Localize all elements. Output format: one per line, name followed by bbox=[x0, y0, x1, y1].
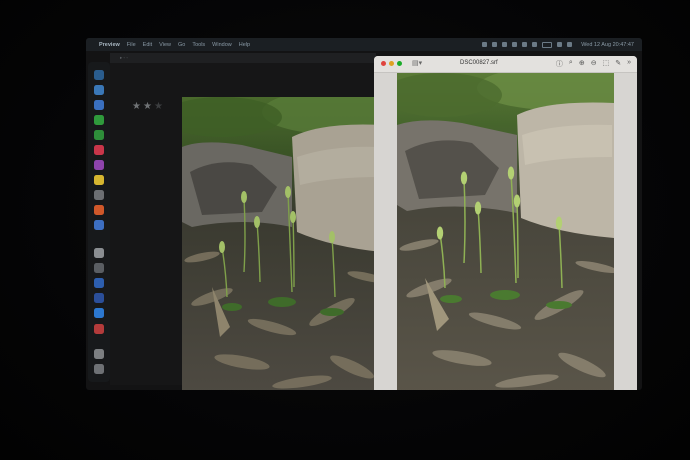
traffic-lights bbox=[381, 61, 402, 66]
menu-file[interactable]: File bbox=[127, 42, 136, 48]
toolbar-tools: ⓘ ⌕ ⊕ ⊖ ⬚ ✎ » bbox=[556, 59, 631, 69]
menu-extra-icon[interactable] bbox=[502, 42, 508, 47]
menu-view[interactable]: View bbox=[159, 42, 171, 48]
share-icon[interactable]: ⬚ bbox=[603, 59, 610, 69]
finder-icon[interactable] bbox=[94, 70, 104, 80]
status-area: Wed 12 Aug 20:47:47 bbox=[482, 38, 634, 51]
facebook-icon[interactable] bbox=[94, 278, 104, 288]
menu-edit[interactable]: Edit bbox=[143, 42, 152, 48]
minimize-button[interactable] bbox=[389, 61, 394, 66]
dropbox-icon[interactable] bbox=[492, 42, 498, 47]
word-icon[interactable] bbox=[94, 293, 104, 303]
photos-icon[interactable] bbox=[94, 248, 104, 258]
siri-icon[interactable] bbox=[567, 42, 573, 47]
menu-help[interactable]: Help bbox=[239, 42, 250, 48]
more-icon[interactable]: » bbox=[627, 59, 631, 69]
zoom-button[interactable] bbox=[397, 61, 402, 66]
control-center-icon[interactable] bbox=[522, 42, 528, 47]
preview-window-right: ▤▾ DSC00827.srf ⓘ ⌕ ⊕ ⊖ ⬚ ✎ » bbox=[374, 56, 637, 390]
zoom-out-icon[interactable]: ⊖ bbox=[591, 59, 597, 69]
mail-icon[interactable] bbox=[94, 100, 104, 110]
podcasts-icon[interactable] bbox=[94, 160, 104, 170]
menu-go[interactable]: Go bbox=[178, 42, 185, 48]
markup-icon[interactable]: ✎ bbox=[615, 59, 621, 69]
downloads-icon[interactable] bbox=[94, 349, 104, 359]
star-icon[interactable]: ★ bbox=[154, 101, 163, 112]
star-rating[interactable]: ★ ★ ★ bbox=[132, 101, 163, 112]
settings-icon[interactable] bbox=[94, 190, 104, 200]
screen: Preview File Edit View Go Tools Window H… bbox=[86, 38, 642, 390]
record-icon[interactable] bbox=[482, 42, 488, 47]
messages-icon[interactable] bbox=[94, 115, 104, 125]
titlebar-label: ▸ ◦ ◦ bbox=[120, 55, 128, 60]
menu-items: Preview File Edit View Go Tools Window H… bbox=[99, 42, 250, 48]
chrome-icon[interactable] bbox=[94, 220, 104, 230]
lock-icon[interactable] bbox=[532, 42, 538, 47]
notes-icon[interactable] bbox=[94, 175, 104, 185]
search-icon[interactable]: ⌕ bbox=[569, 59, 573, 69]
search-icon[interactable] bbox=[557, 42, 563, 47]
orchid-photo-right bbox=[397, 73, 614, 390]
app-icon[interactable] bbox=[94, 324, 104, 334]
launchpad-icon[interactable] bbox=[94, 263, 104, 273]
info-icon[interactable]: ⓘ bbox=[556, 59, 563, 69]
close-button[interactable] bbox=[381, 61, 386, 66]
menu-bar: Preview File Edit View Go Tools Window H… bbox=[86, 38, 642, 51]
sidebar-toggle-icon[interactable]: ▤▾ bbox=[412, 59, 422, 67]
wifi-icon[interactable] bbox=[512, 42, 518, 47]
battery-icon[interactable] bbox=[542, 41, 553, 48]
file-title: DSC00827.srf bbox=[460, 60, 498, 66]
star-icon[interactable]: ★ bbox=[143, 101, 152, 112]
clock[interactable]: Wed 12 Aug 20:47:47 bbox=[581, 42, 634, 48]
safari-icon[interactable] bbox=[94, 85, 104, 95]
zoom-in-icon[interactable]: ⊕ bbox=[579, 59, 585, 69]
zoom-icon[interactable] bbox=[94, 308, 104, 318]
trash-icon[interactable] bbox=[94, 364, 104, 374]
orchid-photo-left bbox=[182, 97, 382, 390]
menu-window[interactable]: Window bbox=[212, 42, 232, 48]
menu-app-name[interactable]: Preview bbox=[99, 42, 120, 48]
window-titlebar[interactable]: ▸ ◦ ◦ bbox=[110, 53, 376, 63]
window-toolbar: ▤▾ DSC00827.srf ⓘ ⌕ ⊕ ⊖ ⬚ ✎ » bbox=[374, 56, 637, 73]
dock bbox=[88, 62, 110, 382]
facetime-icon[interactable] bbox=[94, 130, 104, 140]
preview-window-left: ▸ ◦ ◦ ★ ★ ★ bbox=[110, 53, 382, 390]
firefox-icon[interactable] bbox=[94, 205, 104, 215]
menu-tools[interactable]: Tools bbox=[192, 42, 205, 48]
star-icon[interactable]: ★ bbox=[132, 101, 141, 112]
music-icon[interactable] bbox=[94, 145, 104, 155]
